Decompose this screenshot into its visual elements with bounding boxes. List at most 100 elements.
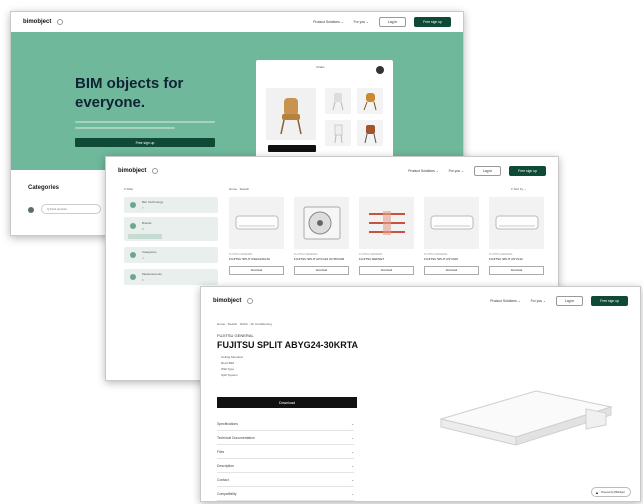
- download-button[interactable]: Download: [424, 266, 479, 275]
- product-name[interactable]: FUJITSU SPLIT ASYG12: [489, 257, 544, 261]
- download-button[interactable]: Download: [489, 266, 544, 275]
- chevron-down-icon: ⌄: [351, 435, 354, 440]
- logo[interactable]: bimobject: [23, 19, 51, 25]
- ceiling-cassette-unit-icon: [439, 390, 613, 446]
- ac-indoor-unit-icon: [430, 215, 473, 230]
- filter-icon: [130, 252, 136, 258]
- chair-thumb-4[interactable]: [357, 120, 383, 146]
- product-image[interactable]: [294, 197, 349, 249]
- filter-group[interactable]: Bim Technology 7: [124, 197, 218, 213]
- breadcrumb[interactable]: Home · Search · HVAC · Air Conditioning: [217, 322, 272, 326]
- download-button[interactable]: Download: [359, 266, 414, 275]
- hero: BIM objects for everyone. Free sign up C…: [11, 32, 463, 170]
- top-nav: bimobject Product Solutions ⌄ For you ⌄ …: [106, 157, 558, 185]
- accordion-description[interactable]: Description ⌄: [217, 459, 354, 473]
- product-card[interactable]: FUJITSU GENERAL FUJITSU SPLIT ASYG09 Dow…: [424, 197, 479, 282]
- categories-title: Categories: [28, 185, 60, 191]
- product-card[interactable]: FUJITSU GENERAL FUJITSU SPLIT ASYG12 Dow…: [489, 197, 544, 282]
- filter-icon: [130, 274, 136, 280]
- product-image[interactable]: [359, 197, 414, 249]
- download-button[interactable]: Download: [229, 266, 284, 275]
- brand-name[interactable]: FUJITSU GENERAL: [217, 333, 254, 338]
- filter-count: 4: [142, 256, 144, 260]
- accordion-technical-docs[interactable]: Technical Documentation ⌄: [217, 431, 354, 445]
- bimobject-logo-icon: ▲: [595, 489, 599, 495]
- category-icon[interactable]: [28, 207, 34, 213]
- product-name[interactable]: FUJITSU SPLIT AOYG24 OUTDOOR: [294, 257, 349, 261]
- signup-button[interactable]: Free sign up: [414, 17, 451, 27]
- filter-sidebar: Bim Technology 7 Brands 8 Categories 4 M…: [124, 197, 218, 297]
- product-image[interactable]: [426, 379, 621, 459]
- feature-bullet: Split System: [221, 373, 238, 377]
- preview-panel: Chairs: [256, 60, 393, 170]
- chair-icon: [280, 98, 302, 135]
- download-button[interactable]: Download: [217, 397, 357, 408]
- filter-chip[interactable]: [128, 234, 162, 239]
- ac-outdoor-unit-icon: [303, 206, 340, 240]
- badge-text: Powered by BIMobject: [600, 490, 625, 494]
- detail-window: bimobject Product Solutions ⌄ For you ⌄ …: [200, 286, 641, 502]
- for-you-menu[interactable]: For you ⌄: [531, 299, 546, 303]
- filter-group[interactable]: Measurements 5: [124, 269, 218, 285]
- sort-dropdown[interactable]: ≡ Sort by ⌄: [511, 187, 526, 191]
- accordion-compatibility[interactable]: Compatibility ⌄: [217, 487, 354, 501]
- filter-title: Brands: [142, 221, 152, 225]
- globe-icon[interactable]: [247, 298, 254, 304]
- powered-by-badge[interactable]: ▲ Powered by BIMobject: [591, 487, 631, 497]
- for-you-menu[interactable]: For you ⌄: [354, 20, 369, 24]
- preview-title: Chairs: [316, 65, 325, 69]
- chair-thumb-1[interactable]: [325, 88, 351, 114]
- logo[interactable]: bimobject: [118, 168, 146, 174]
- search-input[interactable]: Q Find product: [41, 204, 101, 214]
- product-name[interactable]: FUJITSU REFNET: [359, 257, 414, 261]
- hero-headline-1: BIM objects for: [75, 75, 184, 92]
- product-brand: FUJITSU GENERAL: [294, 253, 318, 256]
- filter-toggle[interactable]: ≡ Filter: [124, 187, 133, 191]
- login-button[interactable]: Log in: [473, 166, 502, 176]
- globe-icon[interactable]: [57, 19, 64, 25]
- for-you-menu[interactable]: For you ⌄: [449, 169, 464, 173]
- globe-icon[interactable]: [152, 168, 159, 174]
- logo[interactable]: bimobject: [213, 298, 241, 304]
- product-brand: FUJITSU GENERAL: [489, 253, 513, 256]
- download-button[interactable]: Download: [294, 266, 349, 275]
- chair-main-image[interactable]: [266, 88, 316, 140]
- products-menu[interactable]: Product Solutions ⌄: [490, 299, 520, 303]
- product-title: FUJITSU SPLIT ABYG24-30KRTA: [217, 340, 359, 350]
- product-image[interactable]: [229, 197, 284, 249]
- feature-bullet: Wall Type: [221, 367, 235, 371]
- chair-thumb-3[interactable]: [325, 120, 351, 146]
- accordion-files[interactable]: Files ⌄: [217, 445, 354, 459]
- signup-button[interactable]: Free sign up: [591, 296, 628, 306]
- product-name[interactable]: FUJITSU SPLIT ASHG24KLTA: [229, 257, 284, 261]
- feature-bullet: Ceiling Mounted: [221, 355, 243, 359]
- feature-bullet: Revit BIM: [221, 361, 235, 365]
- chair-thumb-2[interactable]: [357, 88, 383, 114]
- product-image[interactable]: [489, 197, 544, 249]
- login-button[interactable]: Log in: [378, 17, 407, 27]
- accordion-specifications[interactable]: Specifications ⌄: [217, 417, 354, 431]
- filter-group[interactable]: Categories 4: [124, 247, 218, 263]
- product-card[interactable]: FUJITSU GENERAL FUJITSU SPLIT AOYG24 OUT…: [294, 197, 349, 282]
- login-button[interactable]: Log in: [555, 296, 584, 306]
- product-name[interactable]: FUJITSU SPLIT ASYG09: [424, 257, 479, 261]
- products-menu[interactable]: Product Solutions ⌄: [408, 169, 438, 173]
- product-brand: FUJITSU GENERAL: [229, 253, 253, 256]
- user-avatar[interactable]: [376, 66, 384, 74]
- filter-icon: [130, 223, 136, 229]
- preview-button[interactable]: [268, 145, 316, 152]
- filter-group[interactable]: Brands 8: [124, 217, 218, 241]
- accordion-contact[interactable]: Contact ⌄: [217, 473, 354, 487]
- product-image[interactable]: [424, 197, 479, 249]
- top-nav: bimobject Product Solutions ⌄ For you ⌄ …: [11, 12, 463, 32]
- filter-icon: [130, 202, 136, 208]
- hero-cta-button[interactable]: Free sign up: [75, 138, 215, 147]
- products-menu[interactable]: Product Solutions ⌄: [313, 20, 343, 24]
- product-card[interactable]: FUJITSU GENERAL FUJITSU REFNET Download: [359, 197, 414, 282]
- hero-headline-2: everyone.: [75, 94, 146, 111]
- product-card[interactable]: FUJITSU GENERAL FUJITSU SPLIT ASHG24KLTA…: [229, 197, 284, 282]
- chevron-down-icon: ⌄: [351, 421, 354, 426]
- product-brand: FUJITSU GENERAL: [424, 253, 448, 256]
- signup-button[interactable]: Free sign up: [509, 166, 546, 176]
- refnet-pipes-icon: [368, 211, 405, 235]
